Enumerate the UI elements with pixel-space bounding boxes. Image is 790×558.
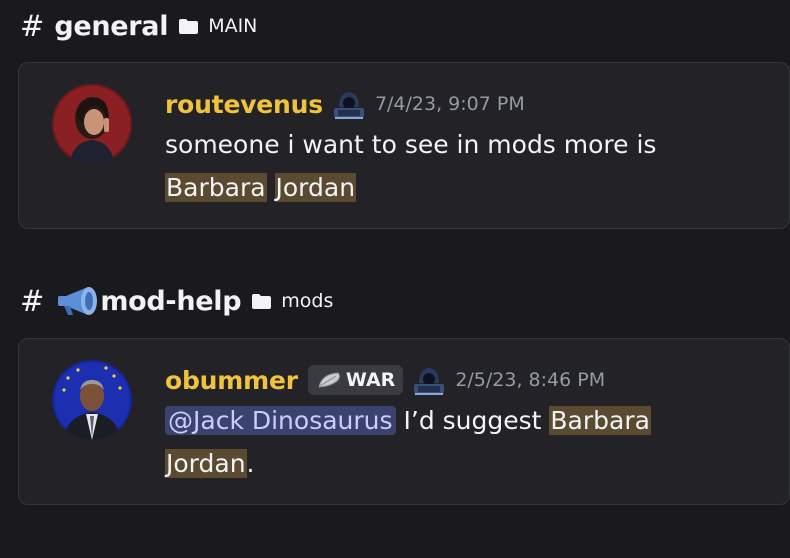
username[interactable]: routevenus bbox=[165, 90, 323, 119]
search-highlight: Barbara bbox=[165, 173, 267, 202]
channel-hash: # bbox=[20, 284, 45, 318]
user-mention[interactable]: @Jack Dinosaurus bbox=[165, 406, 396, 435]
channel-category: MAIN bbox=[208, 15, 258, 37]
avatar[interactable] bbox=[52, 360, 132, 440]
username[interactable]: obummer bbox=[165, 366, 298, 395]
message: obummer WAR 2/5/23, 8:46 PM @Jack Dinosa… bbox=[165, 361, 765, 485]
message-text: someone i want to see in mods more is bbox=[165, 130, 657, 159]
channel-header-general[interactable]: # general MAIN bbox=[20, 6, 257, 46]
message-text: I’d suggest bbox=[403, 406, 542, 435]
avatar-image bbox=[52, 84, 132, 164]
megaphone-icon bbox=[58, 287, 98, 315]
avatar[interactable] bbox=[52, 84, 132, 164]
search-highlight: Jordan bbox=[165, 449, 247, 478]
folder-icon bbox=[252, 293, 272, 309]
avatar-image bbox=[52, 360, 132, 440]
message-content: someone i want to see in mods more is Ba… bbox=[165, 123, 765, 209]
hacker-badge-icon[interactable] bbox=[331, 87, 367, 121]
message-header: routevenus 7/4/23, 9:07 PM bbox=[165, 85, 765, 123]
message-header: obummer WAR 2/5/23, 8:46 PM bbox=[165, 361, 765, 399]
message-timestamp[interactable]: 7/4/23, 9:07 PM bbox=[375, 93, 525, 115]
channel-name[interactable]: mod-help bbox=[100, 286, 241, 317]
feather-icon bbox=[318, 372, 340, 388]
message-content: @Jack Dinosaurus I’d suggest Barbara Jor… bbox=[165, 399, 765, 485]
server-tag-label: WAR bbox=[345, 369, 396, 391]
server-tag[interactable]: WAR bbox=[307, 365, 404, 395]
channel-category: mods bbox=[281, 290, 334, 312]
channel-header-mod-help[interactable]: # mod-help mods bbox=[20, 281, 333, 321]
message-text: . bbox=[246, 449, 255, 478]
folder-icon bbox=[179, 18, 199, 34]
search-highlight: Barbara bbox=[549, 406, 651, 435]
message: routevenus 7/4/23, 9:07 PM someone i wan… bbox=[165, 85, 765, 209]
channel-hash: # bbox=[20, 9, 45, 43]
hacker-badge-icon[interactable] bbox=[411, 363, 447, 397]
message-timestamp[interactable]: 2/5/23, 8:46 PM bbox=[455, 369, 605, 391]
message-card[interactable]: routevenus 7/4/23, 9:07 PM someone i wan… bbox=[18, 62, 790, 229]
message-card[interactable]: obummer WAR 2/5/23, 8:46 PM @Jack Dinosa… bbox=[18, 338, 790, 505]
search-highlight: Jordan bbox=[274, 173, 357, 202]
channel-name[interactable]: general bbox=[54, 11, 168, 42]
